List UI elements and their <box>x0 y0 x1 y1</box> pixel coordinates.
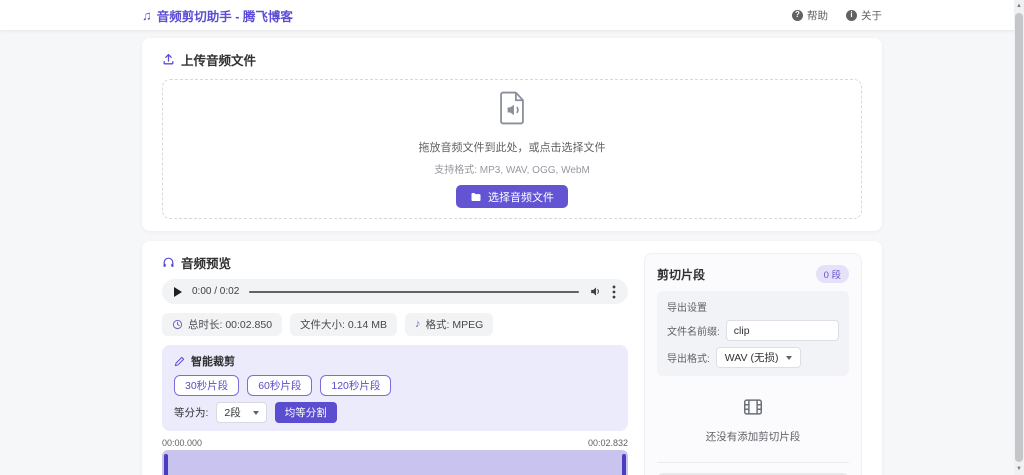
top-nav: ? 帮助 i 关于 <box>792 8 882 23</box>
filesize-chip: 文件大小: 0.14 MB <box>290 313 397 336</box>
duration-chip: 总时长: 00:02.850 <box>162 313 283 336</box>
preset-row: 30秒片段 60秒片段 120秒片段 <box>174 375 616 396</box>
audio-meta-row: 总时长: 00:02.850 文件大小: 0.14 MB ♪ 格式: MPEG <box>162 313 628 336</box>
format-value: 格式: MPEG <box>425 319 484 331</box>
dropzone-formats: 支持格式: MP3, WAV, OGG, WebM <box>434 165 590 176</box>
music-note-icon: ♫ <box>142 7 152 23</box>
smart-cut-title: 智能裁剪 <box>174 353 616 369</box>
preset-60s-button[interactable]: 60秒片段 <box>247 375 313 396</box>
about-link[interactable]: i 关于 <box>846 8 882 23</box>
player-progress-bar[interactable] <box>249 290 579 293</box>
clips-title: 剪切片段 <box>657 267 706 282</box>
duration-value: 总时长: 00:02.850 <box>188 319 273 331</box>
timeline-labels: 00:00.000 00:02.832 <box>162 438 628 448</box>
audio-player[interactable]: 0:00 / 0:02 <box>162 279 628 304</box>
play-icon[interactable] <box>174 286 182 297</box>
filesize-value: 文件大小: 0.14 MB <box>300 319 387 331</box>
prefix-row: 文件名前缀: <box>667 320 839 341</box>
timeline-handle-right[interactable] <box>622 454 626 475</box>
upload-icon <box>162 53 175 66</box>
audio-file-icon <box>496 90 528 126</box>
note-icon: ♪ <box>415 318 421 330</box>
preset-120s-button[interactable]: 120秒片段 <box>320 375 392 396</box>
dropzone[interactable]: 拖放音频文件到此处，或点击选择文件 支持格式: MP3, WAV, OGG, W… <box>162 79 862 219</box>
export-format-label: 导出格式: <box>667 354 710 365</box>
prefix-input[interactable] <box>725 320 839 341</box>
question-circle-icon: ? <box>792 9 803 21</box>
timeline-selection-bar[interactable] <box>162 450 628 475</box>
folder-icon <box>470 191 482 203</box>
app-title: ♫ 音频剪切助手 - 腾飞博客 <box>142 6 293 25</box>
scroll-up-arrow[interactable]: ▲ <box>1014 0 1024 12</box>
upload-section-title: 上传音频文件 <box>162 50 862 69</box>
export-format-select[interactable]: WAV (无损) <box>715 347 802 368</box>
choose-file-button[interactable]: 选择音频文件 <box>456 185 568 208</box>
format-row: 导出格式: WAV (无损) <box>667 347 839 368</box>
export-settings-title: 导出设置 <box>667 303 707 314</box>
clips-panel: 剪切片段 0 段 导出设置 文件名前缀: 导出格式: WAV (无损) <box>644 253 862 475</box>
export-format-value: WAV (无损) <box>724 352 779 364</box>
preview-section-title: 音频预览 <box>162 253 628 272</box>
preview-title-text: 音频预览 <box>181 257 232 271</box>
pen-icon <box>174 356 185 367</box>
upload-title-text: 上传音频文件 <box>181 54 257 68</box>
main-section: 音频预览 0:00 / 0:02 总时长: 00:02.850 文件大小: 0.… <box>142 241 882 475</box>
app-title-text: 音频剪切助手 - 腾飞博客 <box>156 9 293 24</box>
timeline-handle-left[interactable] <box>164 454 168 475</box>
preset-30s-button[interactable]: 30秒片段 <box>174 375 240 396</box>
volume-icon[interactable] <box>589 285 602 298</box>
clock-icon <box>172 319 183 330</box>
info-circle-icon: i <box>846 9 857 21</box>
kebab-menu-icon[interactable] <box>612 285 616 299</box>
split-count-select[interactable]: 2段 <box>216 402 267 423</box>
film-icon <box>742 396 764 418</box>
chevron-down-icon <box>786 355 793 360</box>
split-count-value: 2段 <box>224 407 241 419</box>
scroll-down-arrow[interactable]: ▼ <box>1014 463 1024 475</box>
timeline-end-label: 00:02.832 <box>587 438 628 448</box>
top-bar: ♫ 音频剪切助手 - 腾飞博客 ? 帮助 i 关于 <box>0 0 1024 30</box>
about-label: 关于 <box>861 9 882 22</box>
headphones-icon <box>162 256 175 269</box>
page-scrollbar[interactable]: ▲ ▼ <box>1014 0 1024 475</box>
scrollbar-thumb[interactable] <box>1015 13 1023 462</box>
chevron-down-icon <box>252 410 259 415</box>
clips-empty-text: 还没有添加剪切片段 <box>705 431 801 443</box>
help-label: 帮助 <box>807 9 828 22</box>
clips-panel-header: 剪切片段 0 段 <box>657 265 849 283</box>
split-row: 等分为: 2段 均等分割 <box>174 402 616 423</box>
upload-section: 上传音频文件 拖放音频文件到此处，或点击选择文件 支持格式: MP3, WAV,… <box>142 38 882 231</box>
clips-count-badge: 0 段 <box>815 265 849 283</box>
format-chip: ♪ 格式: MPEG <box>405 313 494 336</box>
prefix-label: 文件名前缀: <box>667 327 720 338</box>
player-time: 0:00 / 0:02 <box>192 286 240 297</box>
help-link[interactable]: ? 帮助 <box>792 8 828 23</box>
choose-file-label: 选择音频文件 <box>488 191 554 204</box>
timeline-start-label: 00:00.000 <box>162 438 203 448</box>
export-settings: 导出设置 文件名前缀: 导出格式: WAV (无损) <box>657 291 849 376</box>
smart-cut-panel: 智能裁剪 30秒片段 60秒片段 120秒片段 等分为: 2段 均等分割 <box>162 345 628 431</box>
audio-preview-section: 音频预览 0:00 / 0:02 总时长: 00:02.850 文件大小: 0.… <box>162 253 628 475</box>
smart-cut-title-text: 智能裁剪 <box>191 356 235 368</box>
clips-empty-state: 还没有添加剪切片段 <box>657 376 849 463</box>
dropzone-hint: 拖放音频文件到此处，或点击选择文件 <box>418 142 606 154</box>
split-label: 等分为: <box>174 407 209 419</box>
equal-split-button[interactable]: 均等分割 <box>274 402 337 423</box>
